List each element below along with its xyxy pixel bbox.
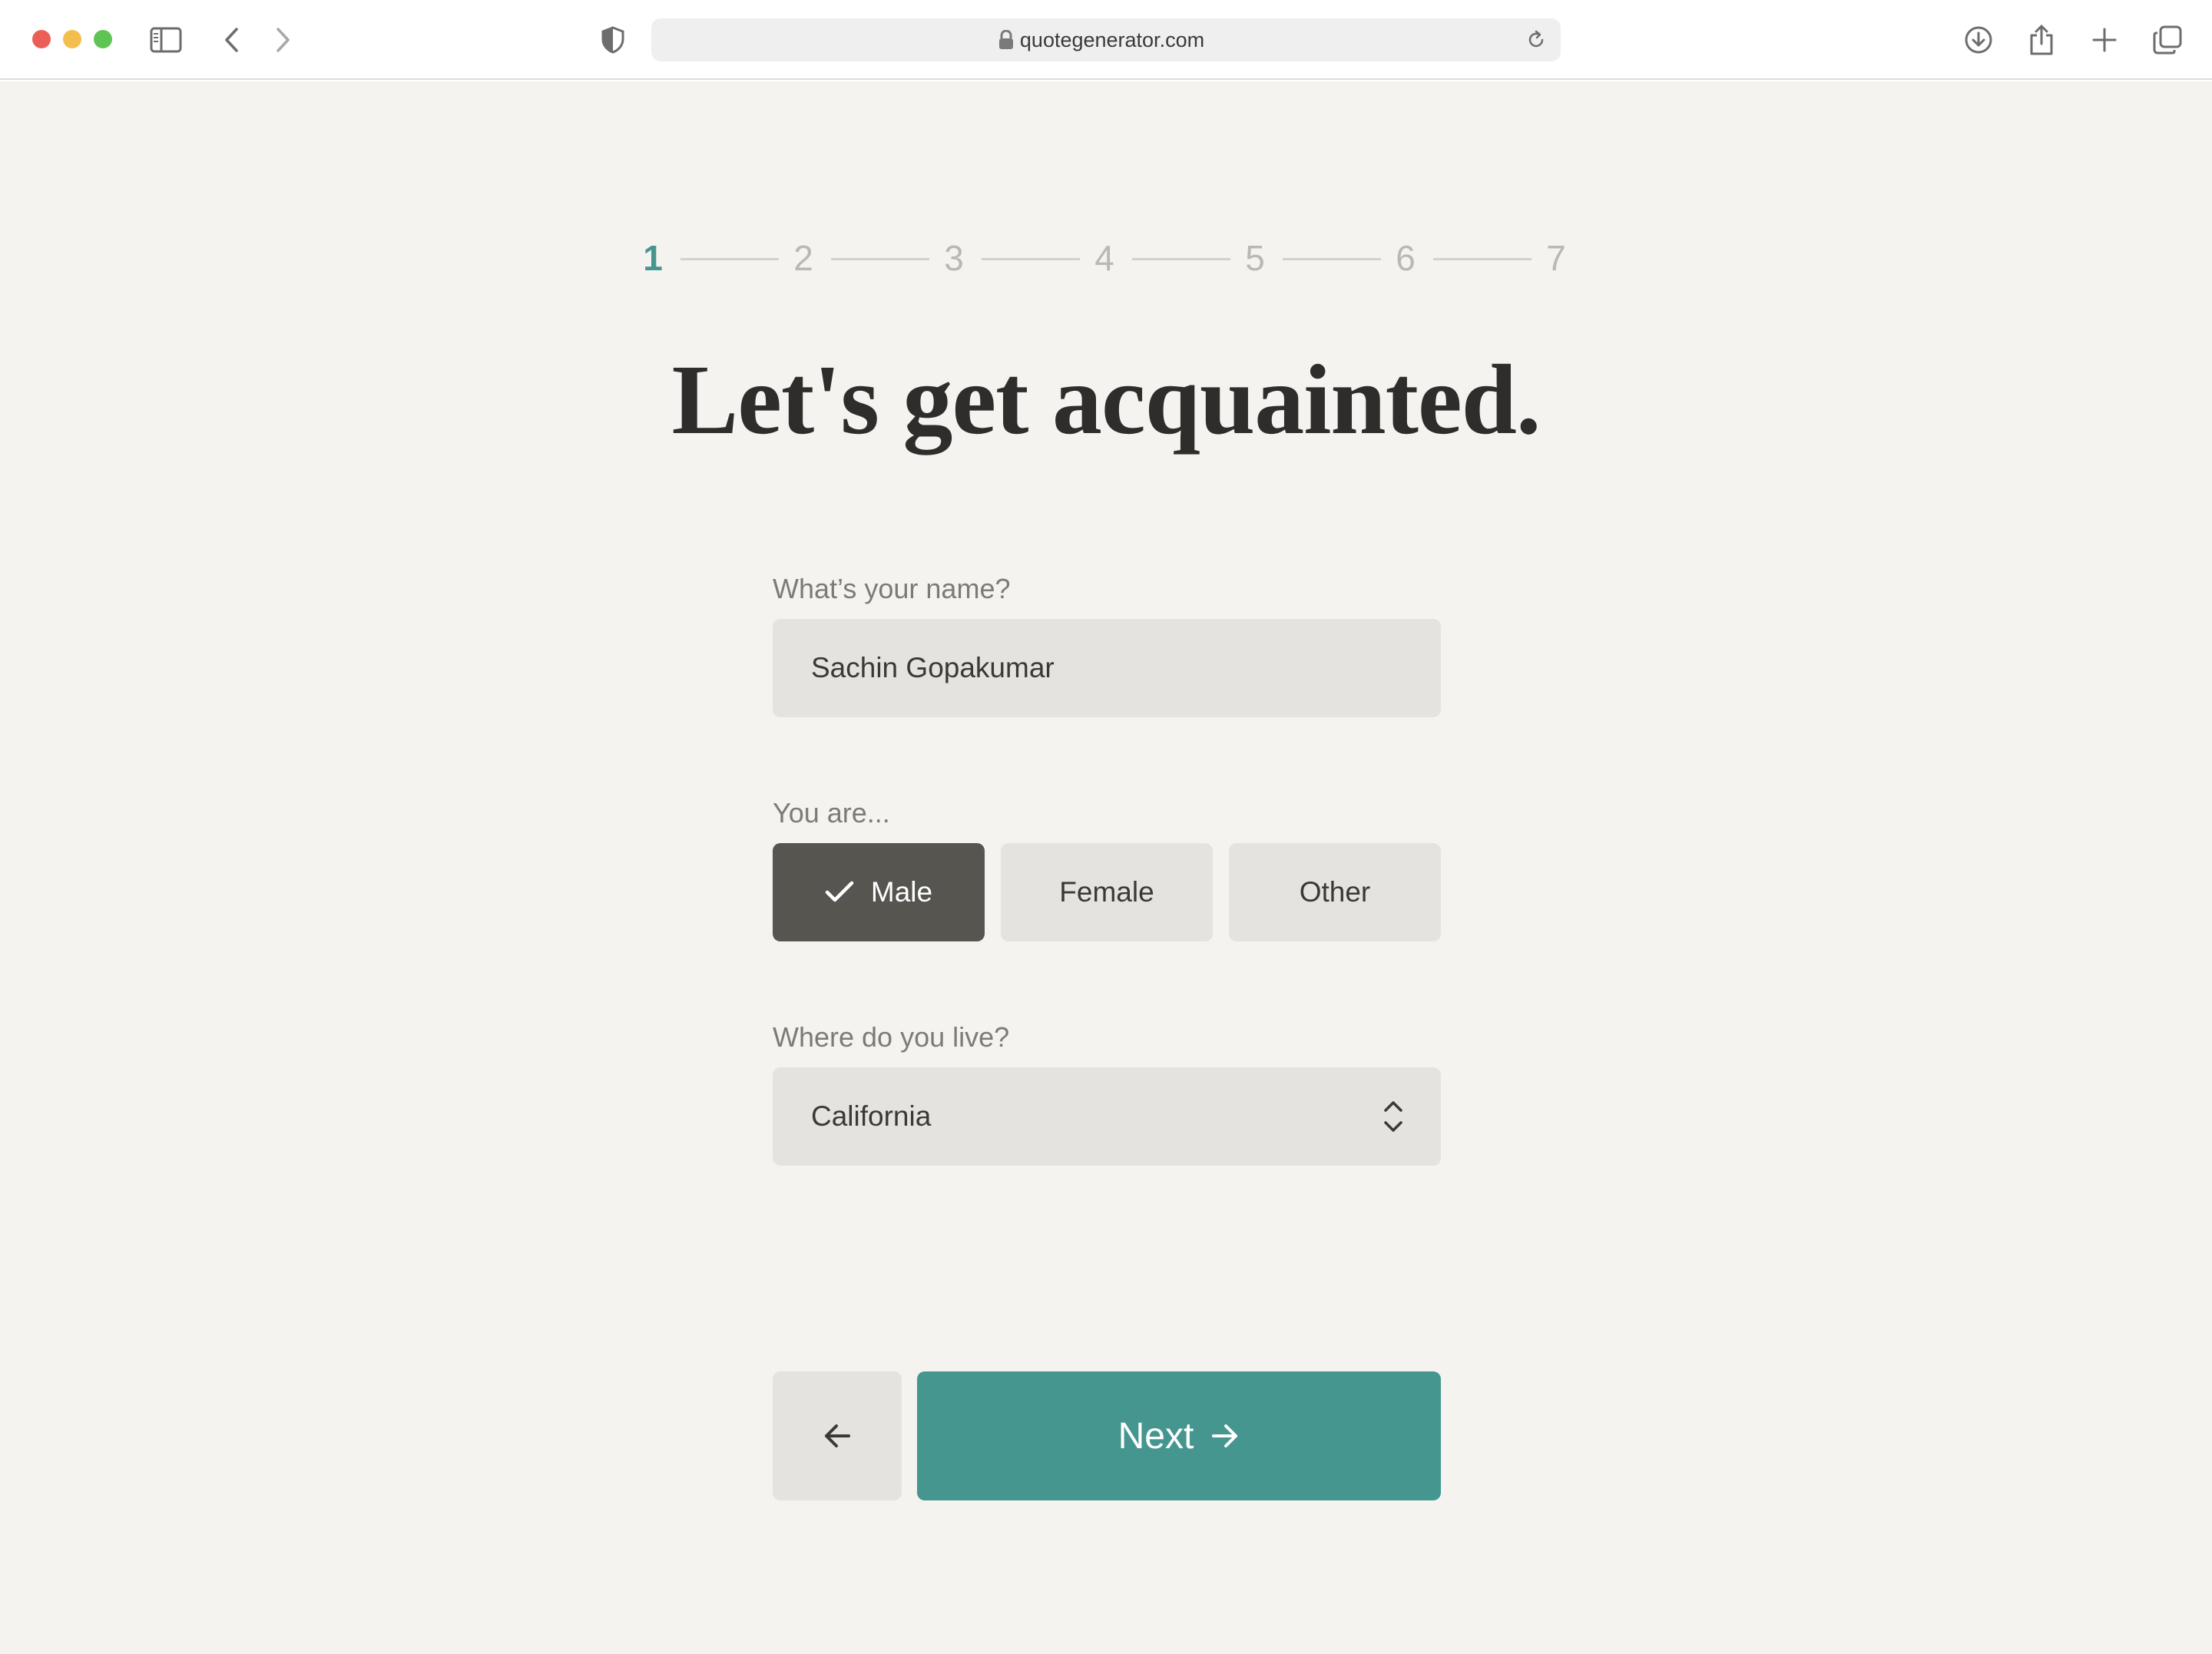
name-value: Sachin Gopakumar (811, 652, 1055, 683)
location-value: California (811, 1100, 932, 1132)
arrow-right-icon (1210, 1423, 1240, 1449)
step-5: 5 (1245, 238, 1265, 278)
gender-option-other[interactable]: Other (1229, 843, 1441, 941)
arrow-left-icon (823, 1423, 852, 1449)
step-connector (1132, 258, 1230, 260)
step-connector (1283, 258, 1381, 260)
url-text: quotegenerator.com (1019, 28, 1205, 51)
name-label: What’s your name? (773, 573, 1011, 604)
location-select[interactable]: California (773, 1067, 1441, 1166)
gender-option-label: Female (1059, 876, 1154, 908)
chevron-left-icon[interactable] (215, 23, 249, 57)
gender-label: You are... (773, 797, 890, 829)
gender-option-label: Male (870, 876, 933, 908)
zoom-window-button[interactable] (94, 30, 112, 48)
step-3: 3 (944, 238, 964, 278)
updown-chevron-icon (1382, 1098, 1404, 1142)
next-button[interactable]: Next (917, 1371, 1441, 1500)
step-6: 6 (1396, 238, 1416, 278)
gender-option-male[interactable]: Male (773, 843, 985, 941)
lock-icon (998, 29, 1014, 54)
sidebar-icon[interactable] (149, 23, 183, 57)
step-connector (1433, 258, 1532, 260)
step-2: 2 (793, 238, 813, 278)
back-button[interactable] (773, 1371, 902, 1500)
location-label: Where do you live? (773, 1021, 1010, 1053)
share-icon[interactable] (2025, 23, 2058, 57)
step-connector (831, 258, 929, 260)
gender-option-label: Other (1299, 876, 1371, 908)
next-button-label: Next (1118, 1415, 1194, 1457)
progress-stepper: 1 2 3 4 5 6 7 (637, 235, 1575, 281)
tabs-overview-icon[interactable] (2151, 23, 2184, 57)
page-title: Let's get acquainted. (671, 345, 1541, 455)
plus-icon[interactable] (2088, 23, 2121, 57)
check-icon (825, 881, 854, 904)
step-4: 4 (1094, 238, 1114, 278)
gender-option-female[interactable]: Female (1001, 843, 1213, 941)
step-connector (982, 258, 1080, 260)
download-icon[interactable] (1962, 23, 1995, 57)
name-field[interactable]: Sachin Gopakumar (773, 619, 1441, 717)
step-1: 1 (643, 238, 663, 278)
step-connector (680, 258, 779, 260)
shield-icon[interactable] (596, 23, 630, 57)
browser-toolbar: quotegenerator.com (0, 0, 2212, 80)
address-bar[interactable]: quotegenerator.com (651, 18, 1561, 61)
close-window-button[interactable] (32, 30, 51, 48)
page-content: 1 2 3 4 5 6 7 Let's get acquainted. What… (0, 81, 2212, 1654)
reload-icon[interactable] (1525, 29, 1547, 55)
step-7: 7 (1546, 238, 1566, 278)
chevron-right-icon[interactable] (266, 23, 300, 57)
minimize-window-button[interactable] (63, 30, 81, 48)
